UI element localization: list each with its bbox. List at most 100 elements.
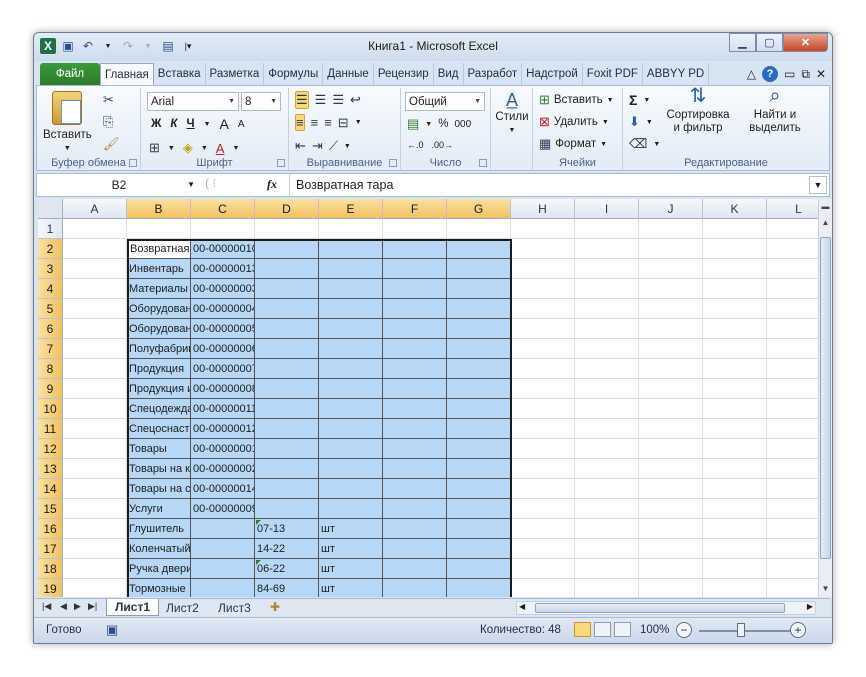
cell-F3[interactable]: [383, 259, 447, 279]
doc-close-icon[interactable]: ✕: [816, 67, 826, 81]
cell-K14[interactable]: [703, 479, 767, 499]
tab-insert[interactable]: Вставка: [154, 63, 206, 85]
cell-G6[interactable]: [447, 319, 511, 339]
cell-B13[interactable]: Товары на к: [127, 459, 191, 479]
row-header-2[interactable]: 2: [38, 239, 63, 259]
cell-C4[interactable]: 00-00000003: [191, 279, 255, 299]
alignment-launcher-icon[interactable]: [389, 159, 397, 167]
cell-F11[interactable]: [383, 419, 447, 439]
cell-J2[interactable]: [639, 239, 703, 259]
cell-D10[interactable]: [255, 399, 319, 419]
cell-H18[interactable]: [511, 559, 575, 579]
cell-L7[interactable]: [767, 339, 818, 359]
format-painter-icon[interactable]: 🖌: [103, 136, 120, 152]
cell-H4[interactable]: [511, 279, 575, 299]
column-header-J[interactable]: J: [639, 199, 703, 219]
row-header-15[interactable]: 15: [38, 499, 63, 519]
row-header-11[interactable]: 11: [38, 419, 63, 439]
zoom-level[interactable]: 100%: [640, 624, 669, 636]
orientation-dropdown-icon[interactable]: ▼: [344, 143, 351, 150]
cell-A8[interactable]: [63, 359, 127, 379]
cell-C15[interactable]: 00-00000009: [191, 499, 255, 519]
cell-F4[interactable]: [383, 279, 447, 299]
cell-C10[interactable]: 00-00000011: [191, 399, 255, 419]
prev-sheet-icon[interactable]: ◀: [60, 601, 67, 612]
cell-E1[interactable]: [319, 219, 383, 239]
fill-dropdown-icon[interactable]: ▼: [646, 119, 653, 126]
cell-F9[interactable]: [383, 379, 447, 399]
cell-G2[interactable]: [447, 239, 511, 259]
cell-E8[interactable]: [319, 359, 383, 379]
tab-page-layout[interactable]: Разметка: [206, 63, 265, 85]
last-sheet-icon[interactable]: ▶|: [88, 601, 97, 612]
align-center-icon[interactable]: ≡: [311, 115, 319, 130]
column-header-C[interactable]: C: [191, 199, 255, 219]
cell-C2[interactable]: 00-00000010: [191, 239, 255, 259]
cell-E6[interactable]: [319, 319, 383, 339]
cell-L5[interactable]: [767, 299, 818, 319]
cell-F16[interactable]: [383, 519, 447, 539]
doc-restore-icon[interactable]: ⧉: [801, 67, 810, 82]
cell-H7[interactable]: [511, 339, 575, 359]
cell-G13[interactable]: [447, 459, 511, 479]
cell-K4[interactable]: [703, 279, 767, 299]
cell-J9[interactable]: [639, 379, 703, 399]
cell-E12[interactable]: [319, 439, 383, 459]
cell-J17[interactable]: [639, 539, 703, 559]
cell-G4[interactable]: [447, 279, 511, 299]
cell-C16[interactable]: [191, 519, 255, 539]
cell-G9[interactable]: [447, 379, 511, 399]
row-header-17[interactable]: 17: [38, 539, 63, 559]
row-header-1[interactable]: 1: [38, 219, 63, 239]
row-header-12[interactable]: 12: [38, 439, 63, 459]
align-right-icon[interactable]: ≡: [324, 115, 332, 130]
cell-L2[interactable]: [767, 239, 818, 259]
zoom-slider-thumb[interactable]: [737, 623, 745, 637]
borders-icon[interactable]: ⊞: [149, 140, 160, 156]
cell-L6[interactable]: [767, 319, 818, 339]
cell-I16[interactable]: [575, 519, 639, 539]
cell-G18[interactable]: [447, 559, 511, 579]
cell-D13[interactable]: [255, 459, 319, 479]
cell-B11[interactable]: Спецоснастка: [127, 419, 191, 439]
tab-review[interactable]: Рецензир: [374, 63, 434, 85]
cell-C6[interactable]: 00-00000005: [191, 319, 255, 339]
cell-E19[interactable]: шт: [319, 579, 383, 597]
cell-I11[interactable]: [575, 419, 639, 439]
cell-A3[interactable]: [63, 259, 127, 279]
cell-A1[interactable]: [63, 219, 127, 239]
tab-view[interactable]: Вид: [434, 63, 464, 85]
cell-B12[interactable]: Товары: [127, 439, 191, 459]
cell-D16[interactable]: 07-13: [255, 519, 319, 539]
underline-dropdown-icon[interactable]: ▼: [204, 121, 211, 128]
cell-K15[interactable]: [703, 499, 767, 519]
cell-K11[interactable]: [703, 419, 767, 439]
cell-H8[interactable]: [511, 359, 575, 379]
cell-I2[interactable]: [575, 239, 639, 259]
page-layout-view-icon[interactable]: [594, 622, 611, 637]
decrease-decimal-icon[interactable]: .00→: [432, 140, 454, 150]
font-color-icon[interactable]: A: [216, 141, 225, 156]
cell-C17[interactable]: [191, 539, 255, 559]
cell-E13[interactable]: [319, 459, 383, 479]
cell-B16[interactable]: Глушитель: [127, 519, 191, 539]
cell-D12[interactable]: [255, 439, 319, 459]
cell-L9[interactable]: [767, 379, 818, 399]
cell-G5[interactable]: [447, 299, 511, 319]
cell-K6[interactable]: [703, 319, 767, 339]
wrap-text-icon[interactable]: ↩: [350, 92, 361, 108]
cell-G17[interactable]: [447, 539, 511, 559]
cell-D14[interactable]: [255, 479, 319, 499]
cell-K8[interactable]: [703, 359, 767, 379]
row-header-7[interactable]: 7: [38, 339, 63, 359]
cell-J19[interactable]: [639, 579, 703, 597]
merge-center-icon[interactable]: ⊟: [338, 115, 349, 131]
help-icon[interactable]: ?: [762, 66, 779, 82]
tab-foxit[interactable]: Foxit PDF: [583, 63, 643, 85]
cell-B18[interactable]: Ручка двери: [127, 559, 191, 579]
font-size-combo[interactable]: 8 ▼: [241, 92, 281, 111]
horizontal-scrollbar[interactable]: ◀ ▶: [516, 601, 816, 615]
find-select-button[interactable]: ⌕ Найти и выделить: [739, 86, 811, 135]
minimize-ribbon-icon[interactable]: △: [747, 67, 756, 81]
zoom-slider[interactable]: [699, 630, 799, 632]
